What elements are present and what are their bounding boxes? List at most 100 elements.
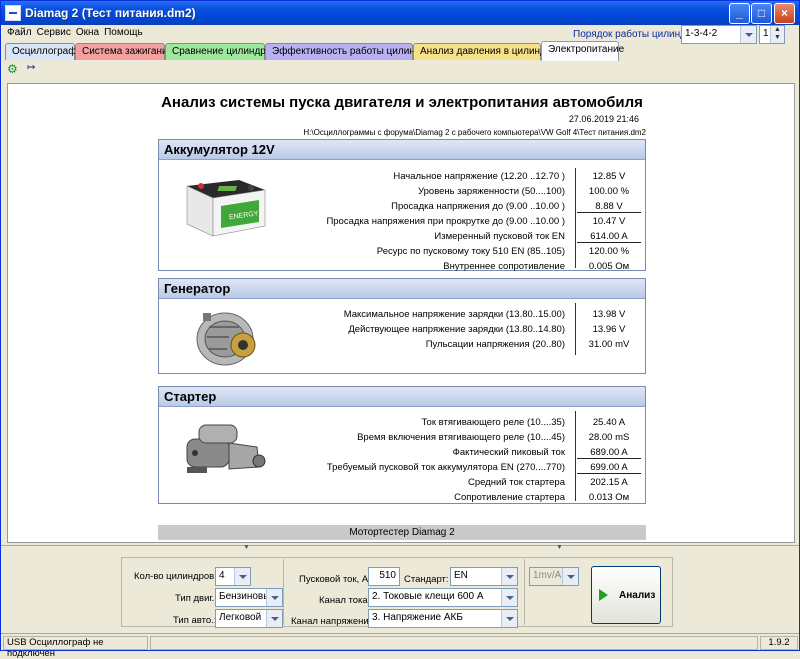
engine-type-label: Тип двиг.: (175, 593, 217, 604)
toolbar: ⚙ ↦ (5, 61, 797, 81)
app-icon (5, 5, 21, 21)
scale-select[interactable]: 1mv/A (529, 567, 579, 586)
starter-row: Требуемый пусковой ток аккумулятора EN (… (159, 462, 645, 476)
menu-file[interactable]: Файл (2, 25, 32, 38)
analyze-button[interactable]: Анализ (591, 566, 661, 624)
battery-row: Просадка напряжения до (9.00 ..10.00 ) 8.… (159, 201, 645, 215)
start-current-value: 510 (379, 570, 396, 581)
battery-row: Внутреннее сопротивление 0.005 Ом (159, 261, 645, 275)
cyl-count-select[interactable]: 4 (215, 567, 251, 586)
cylinder-order-spinner[interactable]: 1 ▲ ▼ (759, 25, 785, 44)
row-label: Требуемый пусковой ток аккумулятора EN (… (326, 462, 565, 473)
starter-row: Время включения втягивающего реле (10...… (159, 432, 645, 446)
chevron-down-icon (266, 589, 282, 606)
cyl-count-value: 4 (219, 570, 225, 581)
car-type-select[interactable]: Легковой (215, 609, 283, 628)
row-value: 0.005 Ом (588, 261, 630, 272)
start-current-input[interactable]: 510 (368, 567, 400, 586)
row-value: 12.85 V (592, 171, 626, 182)
chevron-down-icon (740, 26, 756, 43)
load-data-icon[interactable]: ↦ (27, 62, 45, 78)
generator-section: Генератор Максимальное напряжение зарядк… (158, 278, 646, 374)
report-area: Анализ системы пуска двигателя и электро… (7, 83, 795, 543)
current-channel-label: Канал тока: (319, 595, 371, 606)
row-label: Средний ток стартера (467, 477, 565, 488)
maximize-button[interactable]: □ (751, 3, 772, 24)
report-title: Анализ системы пуска двигателя и электро… (161, 94, 643, 111)
row-value: 13.96 V (592, 324, 626, 335)
voltage-channel-label: Канал напряжения: (291, 616, 377, 627)
menu-service[interactable]: Сервис (32, 25, 71, 38)
row-value: 28.00 mS (588, 432, 630, 443)
chevron-down-icon (501, 610, 517, 627)
tab-oscilloscope[interactable]: Осциллограф (5, 43, 76, 60)
row-label: Время включения втягивающего реле (10...… (357, 432, 565, 443)
status-connection: USB Осциллограф не подключен (3, 636, 148, 659)
close-button[interactable]: × (774, 3, 795, 24)
menu-windows[interactable]: Окна (71, 25, 99, 38)
row-value: 699.00 A (577, 462, 641, 474)
status-bar: USB Осциллограф не подключен 1.9.2 (1, 633, 799, 659)
row-value: 614.00 A (577, 231, 641, 243)
starter-row: Ток втягивающего реле (10....35) 25.40 A (159, 417, 645, 431)
current-channel-value: 2. Токовые клещи 600 А (372, 591, 484, 602)
minimize-button[interactable]: _ (729, 3, 750, 24)
row-label: Пульсации напряжения (20..80) (425, 339, 565, 350)
panel-splitter[interactable]: ▼ ▼ (1, 544, 799, 551)
title-bar: Diamag 2 (Тест питания.dm2) _ □ × (1, 1, 799, 25)
row-value: 0.013 Ом (588, 492, 630, 503)
cyl-count-label: Кол-во цилиндров: (134, 571, 217, 582)
battery-row: Просадка напряжения при прокрутке до (9.… (159, 216, 645, 230)
row-label: Ток втягивающего реле (10....35) (421, 417, 565, 428)
report-path: H:\Осциллограммы с форума\Diamag 2 с раб… (303, 128, 646, 137)
window-title: Diamag 2 (Тест питания.dm2) (25, 6, 196, 20)
battery-section: Аккумулятор 12V ENERGY Начальное напряже… (158, 139, 646, 272)
row-value: 689.00 A (577, 447, 641, 459)
starter-row: Средний ток стартера 202.15 A (159, 477, 645, 491)
tab-cylinder-compare[interactable]: Сравнение цилиндров (165, 43, 277, 60)
tab-ignition[interactable]: Система зажигания (75, 43, 173, 60)
app-window: Diamag 2 (Тест питания.dm2) _ □ × Файл Се… (0, 0, 800, 659)
standard-select[interactable]: EN (450, 567, 518, 586)
battery-row: Начальное напряжение (12.20 ..12.70 ) 12.… (159, 171, 645, 185)
status-empty-pane (150, 636, 758, 650)
tab-pressure-analysis[interactable]: Анализ давления в цилиндре (413, 43, 557, 60)
cylinder-order-select[interactable]: 1-3-4-2 (681, 25, 757, 44)
spin-arrows-icon[interactable]: ▲ ▼ (770, 26, 784, 43)
panel-divider (283, 559, 284, 625)
voltage-channel-select[interactable]: 3. Напряжение АКБ (368, 609, 518, 628)
starter-section: Стартер Ток втягивающего реле (10....35)… (158, 386, 646, 504)
battery-header: Аккумулятор 12V (159, 140, 645, 160)
report-date: 27.06.2019 21:46 (568, 114, 639, 124)
row-label: Просадка напряжения при прокрутке до (9.… (326, 216, 565, 227)
tab-power-supply[interactable]: Электропитание (541, 41, 624, 61)
row-value: 31.00 mV (588, 339, 630, 350)
engine-type-select[interactable]: Бензиновый (215, 588, 283, 607)
generator-row: Действующее напряжение зарядки (13.80..1… (159, 324, 645, 338)
chevron-down-icon (266, 610, 282, 627)
status-version: 1.9.2 (760, 636, 798, 650)
starter-header: Стартер (159, 387, 645, 407)
report-footer: Мотортестер Diamag 2 (158, 525, 646, 540)
row-value: 120.00 % (588, 246, 630, 257)
row-label: Начальное напряжение (12.20 ..12.70 ) (393, 171, 565, 182)
battery-row: Уровень заряженности (50....100) 100.00 % (159, 186, 645, 200)
row-label: Внутреннее сопротивление (443, 261, 565, 272)
settings-icon[interactable]: ⚙ (7, 62, 25, 78)
panel-divider (524, 559, 525, 625)
standard-value: EN (454, 570, 468, 581)
generator-row: Пульсации напряжения (20..80) 31.00 mV (159, 339, 645, 353)
value-divider (575, 303, 576, 355)
row-value: 25.40 A (592, 417, 626, 428)
start-current-label: Пусковой ток, А: (299, 574, 371, 585)
car-type-label: Тип авто.: (173, 615, 217, 626)
row-label: Сопротивление стартера (454, 492, 565, 503)
current-channel-select[interactable]: 2. Токовые клещи 600 А (368, 588, 518, 607)
tab-cylinder-efficiency[interactable]: Эффективность работы цилиндров (265, 43, 437, 60)
row-label: Ресурс по пусковому току 510 EN (85..105… (376, 246, 565, 257)
menu-help[interactable]: Помощь (99, 25, 143, 38)
chevron-down-icon (562, 568, 578, 585)
play-icon (599, 589, 608, 601)
row-value: 10.47 V (592, 216, 626, 227)
battery-row: Ресурс по пусковому току 510 EN (85..105… (159, 246, 645, 260)
